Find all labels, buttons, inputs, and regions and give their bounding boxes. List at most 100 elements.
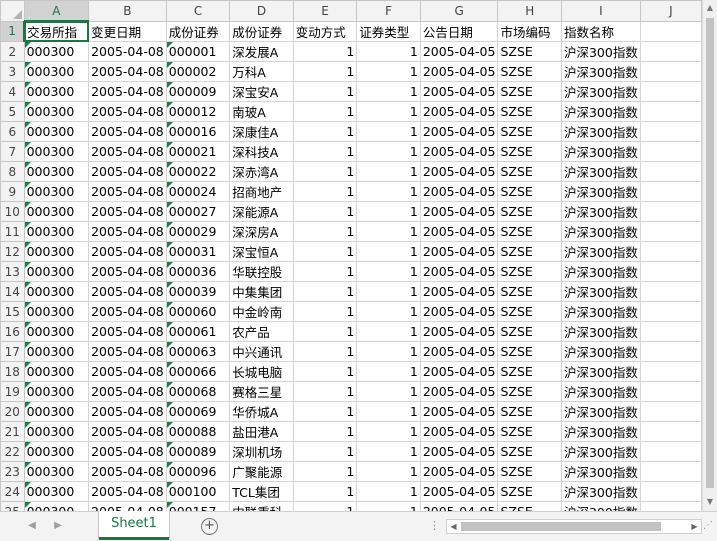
cell-h17[interactable]: SZSE [497,341,562,362]
cell-f2[interactable]: 1 [356,41,421,62]
cell-d1[interactable]: 成份证券 [229,20,294,42]
spreadsheet-grid[interactable]: ABCDEFGHIJ 1 交易所指 变更日期 成份证券 成份证券 变动方式 证券类型 公告日期… [0,0,702,511]
cell-j4[interactable] [639,81,702,102]
cell-a19[interactable]: 000300 [23,381,90,402]
cell-e14[interactable]: 1 [292,281,358,302]
cell-g17[interactable]: 2005-04-05 [419,341,499,362]
column-header-h[interactable]: H [497,0,562,22]
cell-f22[interactable]: 1 [356,441,421,462]
cell-d24[interactable]: TCL集团 [229,481,294,502]
cell-f25[interactable]: 1 [356,501,421,511]
cell-f3[interactable]: 1 [356,61,421,82]
cell-c23[interactable]: 000096 [165,461,231,482]
cell-j25[interactable] [639,501,702,511]
cell-h24[interactable]: SZSE [497,481,562,502]
cell-e22[interactable]: 1 [292,441,358,462]
cell-b13[interactable]: 2005-04-08 [88,261,167,282]
cell-b23[interactable]: 2005-04-08 [88,461,167,482]
cell-e4[interactable]: 1 [292,81,358,102]
row-header[interactable]: 17 [0,341,25,362]
cell-b2[interactable]: 2005-04-08 [88,41,167,62]
cell-d16[interactable]: 农产品 [229,321,294,342]
cell-f17[interactable]: 1 [356,341,421,362]
cell-e24[interactable]: 1 [292,481,358,502]
cell-d4[interactable]: 深宝安A [229,81,294,102]
cell-c24[interactable]: 000100 [165,481,231,502]
cell-d11[interactable]: 深深房A [229,221,294,242]
cell-h1[interactable]: 市场编码 [497,20,562,42]
cell-a18[interactable]: 000300 [23,361,90,382]
cell-j13[interactable] [639,261,702,282]
cell-j12[interactable] [639,241,702,262]
cell-c19[interactable]: 000068 [165,381,231,402]
cell-h10[interactable]: SZSE [497,201,562,222]
cell-c4[interactable]: 000009 [165,81,231,102]
cell-c2[interactable]: 000001 [165,41,231,62]
cell-e10[interactable]: 1 [292,201,358,222]
cell-g22[interactable]: 2005-04-05 [419,441,499,462]
cell-b8[interactable]: 2005-04-08 [88,161,167,182]
row-header[interactable]: 23 [0,461,25,482]
cell-h13[interactable]: SZSE [497,261,562,282]
cell-a6[interactable]: 000300 [23,121,90,142]
cell-b1[interactable]: 变更日期 [88,20,167,42]
cell-c25[interactable]: 000157 [165,501,231,511]
row-header[interactable]: 15 [0,301,25,322]
cell-h9[interactable]: SZSE [497,181,562,202]
cell-a7[interactable]: 000300 [23,141,90,162]
row-header[interactable]: 4 [0,81,25,102]
cell-i11[interactable]: 沪深300指数 [560,221,641,242]
cell-f12[interactable]: 1 [356,241,421,262]
cell-h12[interactable]: SZSE [497,241,562,262]
row-header[interactable]: 8 [0,161,25,182]
column-header-i[interactable]: I [560,0,641,22]
cell-c13[interactable]: 000036 [165,261,231,282]
cell-a4[interactable]: 000300 [23,81,90,102]
cell-j17[interactable] [639,341,702,362]
cell-j9[interactable] [639,181,702,202]
cell-i2[interactable]: 沪深300指数 [560,41,641,62]
cell-i25[interactable]: 沪深300指数 [560,501,641,511]
column-header-e[interactable]: E [292,0,358,22]
cell-g8[interactable]: 2005-04-05 [419,161,499,182]
cell-i22[interactable]: 沪深300指数 [560,441,641,462]
cell-f5[interactable]: 1 [356,101,421,122]
cell-g14[interactable]: 2005-04-05 [419,281,499,302]
cell-a17[interactable]: 000300 [23,341,90,362]
cell-f1[interactable]: 证券类型 [356,20,421,42]
horizontal-scrollbar[interactable]: ◀ ▶ [446,519,702,534]
cell-g21[interactable]: 2005-04-05 [419,421,499,442]
cell-e3[interactable]: 1 [292,61,358,82]
cell-b9[interactable]: 2005-04-08 [88,181,167,202]
cell-a1[interactable]: 交易所指 [23,20,90,42]
column-header-j[interactable]: J [639,0,702,22]
cell-c3[interactable]: 000002 [165,61,231,82]
row-header[interactable]: 10 [0,201,25,222]
cell-i16[interactable]: 沪深300指数 [560,321,641,342]
cell-d10[interactable]: 深能源A [229,201,294,222]
cell-a15[interactable]: 000300 [23,301,90,322]
cell-c17[interactable]: 000063 [165,341,231,362]
cell-g18[interactable]: 2005-04-05 [419,361,499,382]
cell-e7[interactable]: 1 [292,141,358,162]
cell-h16[interactable]: SZSE [497,321,562,342]
cell-d22[interactable]: 深圳机场 [229,441,294,462]
cell-i3[interactable]: 沪深300指数 [560,61,641,82]
cell-d13[interactable]: 华联控股 [229,261,294,282]
cell-h3[interactable]: SZSE [497,61,562,82]
cell-i9[interactable]: 沪深300指数 [560,181,641,202]
cell-j8[interactable] [639,161,702,182]
row-header[interactable]: 12 [0,241,25,262]
cell-h19[interactable]: SZSE [497,381,562,402]
resize-grip-icon[interactable]: ⋰ [703,520,715,534]
cell-d17[interactable]: 中兴通讯 [229,341,294,362]
cell-d15[interactable]: 中金岭南 [229,301,294,322]
cell-f18[interactable]: 1 [356,361,421,382]
cell-j14[interactable] [639,281,702,302]
scroll-left-arrow-icon[interactable]: ◀ [447,520,460,533]
cell-d21[interactable]: 盐田港A [229,421,294,442]
cell-c8[interactable]: 000022 [165,161,231,182]
row-header[interactable]: 20 [0,401,25,422]
row-header[interactable]: 9 [0,181,25,202]
row-header[interactable]: 14 [0,281,25,302]
